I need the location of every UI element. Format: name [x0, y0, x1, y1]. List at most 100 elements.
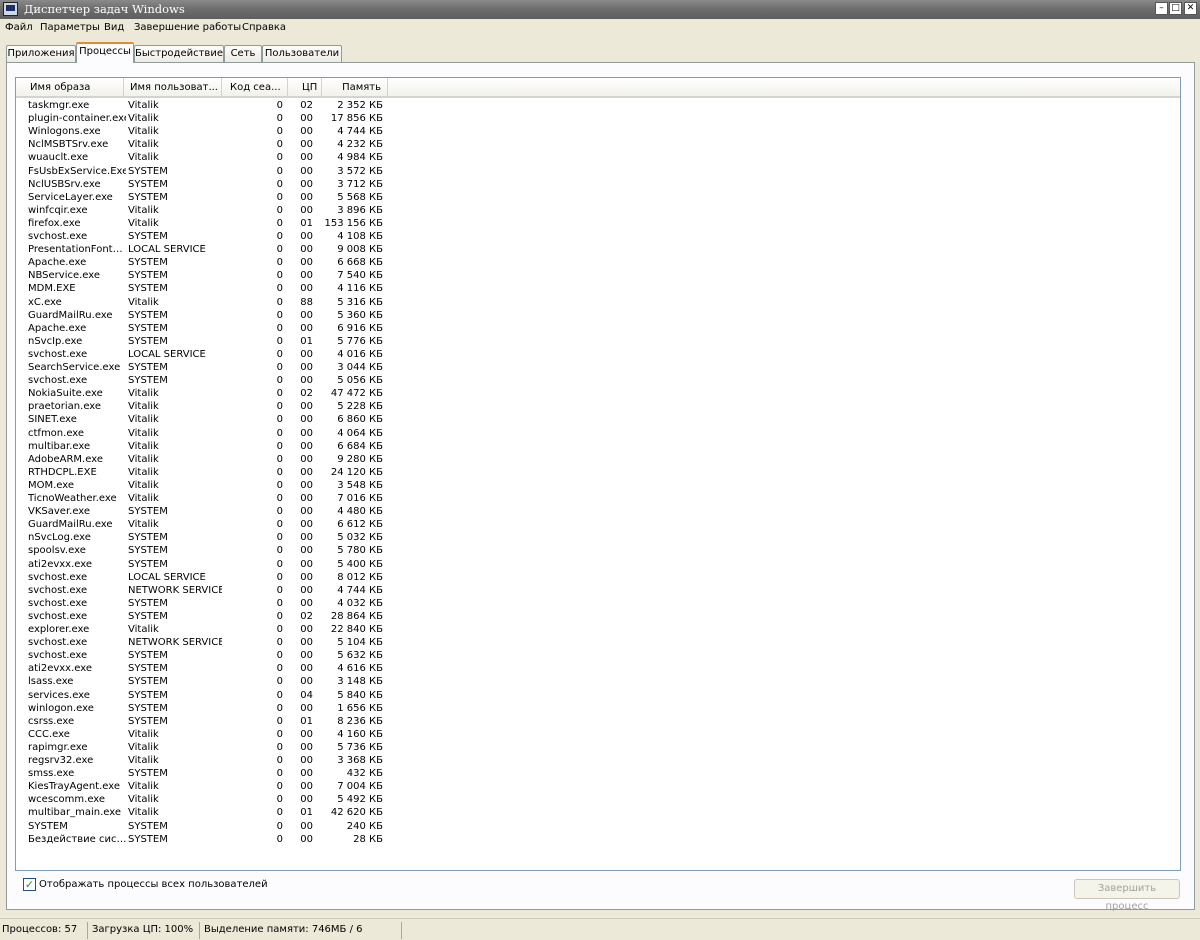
process-user-name: Vitalik	[128, 440, 159, 452]
process-image-name: NclMSBTSrv.exe	[28, 139, 109, 151]
column-header-session-id[interactable]: Код сеа...	[222, 78, 288, 98]
table-row[interactable]: lsass.exe SYSTEM 0 00 3 148 КБ	[16, 675, 396, 688]
process-list[interactable]: Имя образа Имя пользоват... Код сеа... Ц…	[15, 77, 1181, 871]
table-row[interactable]: ctfmon.exe Vitalik 0 00 4 064 КБ	[16, 427, 396, 440]
process-cpu: 00	[300, 414, 313, 426]
process-user-name: Vitalik	[128, 781, 159, 793]
table-row[interactable]: ServiceLayer.exe SYSTEM 0 00 5 568 КБ	[16, 191, 396, 204]
column-header-memory[interactable]: Память	[322, 78, 388, 98]
process-user-name: Vitalik	[128, 100, 159, 111]
table-row[interactable]: NclUSBSrv.exe SYSTEM 0 00 3 712 КБ	[16, 178, 396, 191]
table-row[interactable]: KiesTrayAgent.exe Vitalik 0 00 7 004 КБ	[16, 780, 396, 793]
table-row[interactable]: rapimgr.exe Vitalik 0 00 5 736 КБ	[16, 741, 396, 754]
tab-applications[interactable]: Приложения	[6, 45, 76, 62]
table-row[interactable]: Бездействие сис… SYSTEM 0 00 28 КБ	[16, 833, 396, 846]
table-row[interactable]: SearchService.exe SYSTEM 0 00 3 044 КБ	[16, 361, 396, 374]
menu-help[interactable]: Справка	[242, 22, 286, 33]
table-row[interactable]: explorer.exe Vitalik 0 00 22 840 КБ	[16, 623, 396, 636]
table-row[interactable]: winlogon.exe SYSTEM 0 00 1 656 КБ	[16, 702, 396, 715]
table-row[interactable]: ati2evxx.exe SYSTEM 0 00 5 400 КБ	[16, 558, 396, 571]
table-row[interactable]: praetorian.exe Vitalik 0 00 5 228 КБ	[16, 400, 396, 413]
table-row[interactable]: GuardMailRu.exe SYSTEM 0 00 5 360 КБ	[16, 309, 396, 322]
column-header-image-name[interactable]: Имя образа	[16, 78, 124, 98]
table-row[interactable]: Apache.exe SYSTEM 0 00 6 668 КБ	[16, 256, 396, 269]
table-row[interactable]: plugin-container.exe Vitalik 0 00 17 856 КБ	[16, 112, 396, 125]
process-cpu: 00	[300, 231, 313, 242]
table-row[interactable]: AdobeARM.exe Vitalik 0 00 9 280 КБ	[16, 453, 396, 466]
table-row[interactable]: NokiaSuite.exe Vitalik 0 02 47 472 КБ	[16, 387, 396, 400]
minimize-button[interactable]: –	[1155, 2, 1168, 15]
table-row[interactable]: SYSTEM SYSTEM 0 00 240 КБ	[16, 820, 396, 833]
table-row[interactable]: xC.exe Vitalik 0 88 5 316 КБ	[16, 296, 396, 309]
show-all-users-checkbox[interactable]: ✓	[23, 878, 36, 891]
show-all-users-label[interactable]: Отображать процессы всех пользователей	[39, 878, 268, 891]
table-row[interactable]: regsrv32.exe Vitalik 0 00 3 368 КБ	[16, 754, 396, 767]
table-row[interactable]: ati2evxx.exe SYSTEM 0 00 4 616 КБ	[16, 662, 396, 675]
close-button[interactable]: ✕	[1184, 2, 1197, 15]
table-row[interactable]: winfcqir.exe Vitalik 0 00 3 896 КБ	[16, 204, 396, 217]
column-header-cpu[interactable]: ЦП	[288, 78, 322, 98]
end-process-button[interactable]: Завершить процесс	[1074, 879, 1180, 912]
process-session-id: 0	[276, 794, 283, 806]
process-user-name: SYSTEM	[128, 257, 168, 269]
table-row[interactable]: svchost.exe SYSTEM 0 02 28 864 КБ	[16, 610, 396, 623]
table-row[interactable]: NBService.exe SYSTEM 0 00 7 540 КБ	[16, 269, 396, 282]
menu-options[interactable]: Параметры	[40, 22, 100, 33]
process-image-name: winlogon.exe	[28, 702, 94, 714]
table-row[interactable]: services.exe SYSTEM 0 04 5 840 КБ	[16, 689, 396, 702]
process-memory: 28 864 КБ	[330, 610, 383, 622]
menu-view[interactable]: Вид	[104, 22, 124, 33]
table-row[interactable]: VKSaver.exe SYSTEM 0 00 4 480 КБ	[16, 505, 396, 518]
table-row[interactable]: CCC.exe Vitalik 0 00 4 160 КБ	[16, 728, 396, 741]
table-row[interactable]: MOM.exe Vitalik 0 00 3 548 КБ	[16, 479, 396, 492]
table-row[interactable]: svchost.exe NETWORK SERVICE 0 00 4 744 КБ	[16, 584, 396, 597]
title-bar[interactable]: Диспетчер задач Windows – □ ✕	[0, 0, 1200, 19]
process-memory: 7 016 КБ	[337, 493, 383, 504]
tab-performance[interactable]: Быстродействие	[134, 45, 224, 62]
table-row[interactable]: taskmgr.exe Vitalik 0 02 2 352 КБ	[16, 99, 396, 112]
table-row[interactable]: TicnoWeather.exe Vitalik 0 00 7 016 КБ	[16, 492, 396, 505]
table-row[interactable]: svchost.exe SYSTEM 0 00 5 056 КБ	[16, 374, 396, 387]
table-row[interactable]: wuauclt.exe Vitalik 0 00 4 984 КБ	[16, 151, 396, 164]
table-row[interactable]: FsUsbExService.Exe SYSTEM 0 00 3 572 КБ	[16, 165, 396, 178]
tab-network[interactable]: Сеть	[224, 45, 262, 62]
process-user-name: Vitalik	[128, 401, 159, 413]
table-row[interactable]: nSvcIp.exe SYSTEM 0 01 5 776 КБ	[16, 335, 396, 348]
table-row[interactable]: firefox.exe Vitalik 0 01 153 156 КБ	[16, 217, 396, 230]
table-row[interactable]: csrss.exe SYSTEM 0 01 8 236 КБ	[16, 715, 396, 728]
table-row[interactable]: wcescomm.exe Vitalik 0 00 5 492 КБ	[16, 793, 396, 806]
menu-file[interactable]: Файл	[5, 22, 33, 33]
tab-users[interactable]: Пользователи	[262, 45, 342, 62]
table-row[interactable]: svchost.exe LOCAL SERVICE 0 00 4 016 КБ	[16, 348, 396, 361]
table-row[interactable]: multibar.exe Vitalik 0 00 6 684 КБ	[16, 440, 396, 453]
process-memory: 24 120 КБ	[330, 466, 383, 478]
table-row[interactable]: multibar_main.exe Vitalik 0 01 42 620 КБ	[16, 806, 396, 819]
menu-shutdown[interactable]: Завершение работы	[134, 22, 241, 33]
process-user-name: SYSTEM	[128, 558, 168, 570]
table-row[interactable]: nSvcLog.exe SYSTEM 0 00 5 032 КБ	[16, 531, 396, 544]
table-row[interactable]: NclMSBTSrv.exe Vitalik 0 00 4 232 КБ	[16, 138, 396, 151]
table-row[interactable]: svchost.exe LOCAL SERVICE 0 00 8 012 КБ	[16, 571, 396, 584]
table-row[interactable]: Apache.exe SYSTEM 0 00 6 916 КБ	[16, 322, 396, 335]
table-row[interactable]: svchost.exe NETWORK SERVICE 0 00 5 104 КБ	[16, 636, 396, 649]
tab-processes[interactable]: Процессы	[76, 42, 134, 63]
table-row[interactable]: RTHDCPL.EXE Vitalik 0 00 24 120 КБ	[16, 466, 396, 479]
table-row[interactable]: MDM.EXE SYSTEM 0 00 4 116 КБ	[16, 282, 396, 295]
table-row[interactable]: svchost.exe SYSTEM 0 00 4 032 КБ	[16, 597, 396, 610]
table-row[interactable]: svchost.exe SYSTEM 0 00 5 632 КБ	[16, 649, 396, 662]
table-row[interactable]: spoolsv.exe SYSTEM 0 00 5 780 КБ	[16, 544, 396, 557]
column-header-user-name[interactable]: Имя пользоват...	[124, 78, 222, 98]
table-row[interactable]: PresentationFont… LOCAL SERVICE 0 00 9 008 К…	[16, 243, 396, 256]
process-cpu: 00	[300, 204, 313, 216]
process-cpu: 00	[300, 558, 313, 570]
table-row[interactable]: SINET.exe Vitalik 0 00 6 860 КБ	[16, 413, 396, 426]
table-row[interactable]: smss.exe SYSTEM 0 00 432 КБ	[16, 767, 396, 780]
process-image-name: Бездействие сис…	[28, 833, 126, 845]
process-image-name: multibar_main.exe	[28, 807, 122, 819]
table-row[interactable]: Winlogons.exe Vitalik 0 00 4 744 КБ	[16, 125, 396, 138]
maximize-button[interactable]: □	[1169, 2, 1182, 15]
table-row[interactable]: GuardMailRu.exe Vitalik 0 00 6 612 КБ	[16, 518, 396, 531]
process-memory: 5 736 КБ	[337, 741, 383, 753]
table-row[interactable]: svchost.exe SYSTEM 0 00 4 108 КБ	[16, 230, 396, 243]
process-memory: 5 492 КБ	[337, 794, 383, 806]
